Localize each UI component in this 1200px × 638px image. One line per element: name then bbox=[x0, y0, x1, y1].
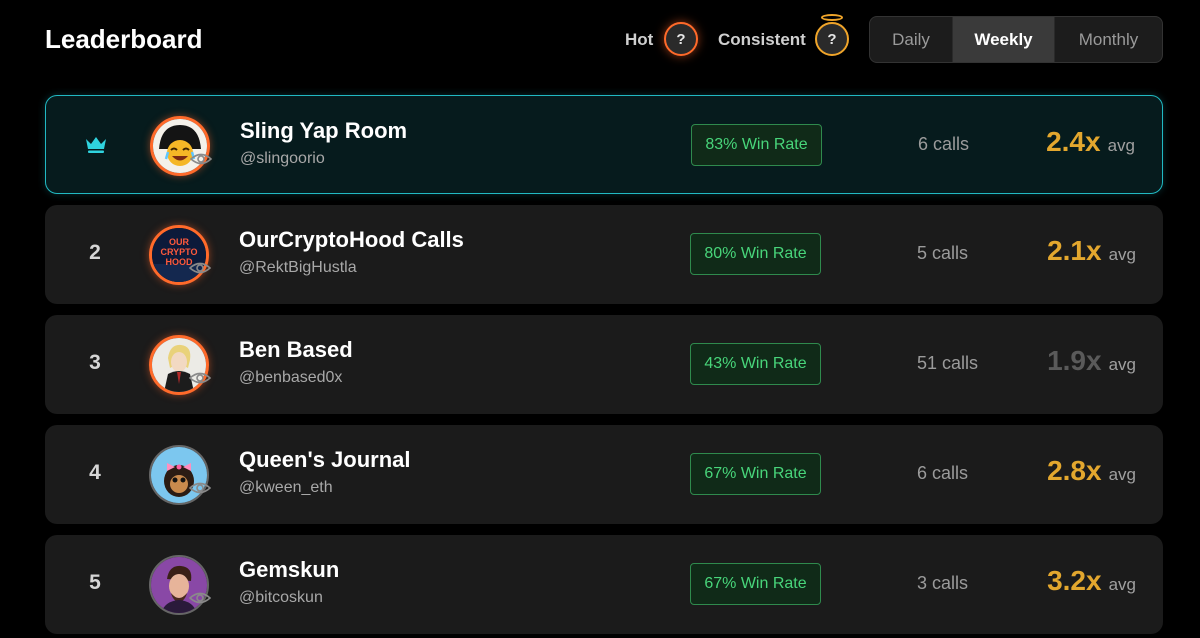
avatar bbox=[149, 335, 209, 395]
multiplier-value: 1.9x bbox=[1047, 345, 1102, 376]
tab-daily[interactable]: Daily bbox=[870, 17, 953, 62]
channel-handle[interactable]: @RektBigHustla bbox=[239, 259, 357, 277]
page-title: Leaderboard bbox=[45, 24, 203, 54]
calls-count: 6 calls bbox=[917, 463, 969, 483]
win-rate-badge: 83% Win Rate bbox=[691, 124, 822, 166]
multiplier-value: 2.8x bbox=[1047, 455, 1102, 486]
avatar bbox=[149, 555, 209, 615]
crown-icon bbox=[86, 137, 106, 153]
leaderboard-row[interactable]: 3 Ben Based @benbased0x 43% Win Rate 51 … bbox=[45, 315, 1163, 414]
win-rate-badge: 67% Win Rate bbox=[690, 453, 821, 495]
multiplier-unit: avg bbox=[1107, 136, 1135, 155]
multiplier-value: 3.2x bbox=[1047, 565, 1102, 596]
channel-handle[interactable]: @slingoorio bbox=[240, 150, 325, 168]
avg-multiplier: 2.1x avg bbox=[1047, 235, 1136, 267]
calls-count: 51 calls bbox=[917, 353, 979, 373]
channel-name: Sling Yap Room bbox=[240, 118, 408, 143]
consistent-help-icon[interactable]: ? bbox=[815, 22, 849, 56]
halo-icon bbox=[821, 14, 843, 21]
channel-handle[interactable]: @benbased0x bbox=[239, 369, 342, 387]
avg-multiplier: 1.9x avg bbox=[1047, 345, 1136, 377]
avg-multiplier: 2.4x avg bbox=[1046, 126, 1135, 158]
channel-handle[interactable]: @kween_eth bbox=[239, 479, 333, 497]
multiplier-unit: avg bbox=[1108, 465, 1136, 484]
avg-multiplier: 2.8x avg bbox=[1047, 455, 1136, 487]
eye-icon[interactable] bbox=[189, 481, 211, 495]
rank-number: 3 bbox=[89, 351, 101, 374]
calls-count: 5 calls bbox=[917, 243, 969, 263]
tab-monthly[interactable]: Monthly bbox=[1055, 17, 1162, 62]
channel-name: Queen's Journal bbox=[239, 447, 411, 472]
avatar bbox=[150, 116, 210, 176]
svg-text:OUR: OUR bbox=[169, 237, 190, 247]
calls-count: 6 calls bbox=[918, 134, 970, 154]
channel-handle[interactable]: @bitcoskun bbox=[239, 589, 323, 607]
eye-icon[interactable] bbox=[190, 152, 212, 166]
avg-multiplier: 3.2x avg bbox=[1047, 565, 1136, 597]
multiplier-unit: avg bbox=[1108, 245, 1136, 264]
leaderboard-row[interactable]: 5 Gemskun @bitcoskun 67% Win Rate 3 call… bbox=[45, 535, 1163, 634]
multiplier-unit: avg bbox=[1108, 575, 1136, 594]
leaderboard-row[interactable]: 2 OUR CRYPTO HOOD OurCryptoHood Calls @R… bbox=[45, 205, 1163, 304]
multiplier-value: 2.4x bbox=[1046, 126, 1101, 157]
rank-number: 4 bbox=[89, 461, 101, 484]
hot-legend-label: Hot bbox=[625, 30, 654, 49]
leaderboard-row[interactable]: 4 Queen's Journal @kween_eth 67% Win Rat… bbox=[45, 425, 1163, 524]
leaderboard-page: Leaderboard Hot ? Consistent ? Daily Wee… bbox=[0, 0, 1200, 638]
hot-help-icon[interactable]: ? bbox=[664, 22, 698, 56]
win-rate-badge: 67% Win Rate bbox=[690, 563, 821, 605]
avatar bbox=[149, 445, 209, 505]
multiplier-unit: avg bbox=[1108, 355, 1136, 374]
multiplier-value: 2.1x bbox=[1047, 235, 1102, 266]
leaderboard-row[interactable]: Sling Yap Room @slingoorio 83% Win Rate … bbox=[45, 95, 1163, 194]
tab-weekly[interactable]: Weekly bbox=[953, 17, 1055, 62]
eye-icon[interactable] bbox=[189, 261, 211, 275]
rank-number: 5 bbox=[89, 571, 101, 594]
channel-name: Gemskun bbox=[239, 557, 340, 582]
consistent-legend-label: Consistent bbox=[718, 30, 806, 49]
eye-icon[interactable] bbox=[189, 371, 211, 385]
calls-count: 3 calls bbox=[917, 573, 969, 593]
period-tabs: Daily Weekly Monthly bbox=[869, 16, 1163, 63]
channel-name: Ben Based bbox=[239, 337, 353, 362]
eye-icon[interactable] bbox=[189, 591, 211, 605]
win-rate-badge: 80% Win Rate bbox=[690, 233, 821, 275]
win-rate-badge: 43% Win Rate bbox=[690, 343, 821, 385]
channel-name: OurCryptoHood Calls bbox=[239, 227, 464, 252]
svg-text:CRYPTO: CRYPTO bbox=[160, 247, 197, 257]
avatar: OUR CRYPTO HOOD bbox=[149, 225, 209, 285]
rank-number: 2 bbox=[89, 241, 101, 264]
